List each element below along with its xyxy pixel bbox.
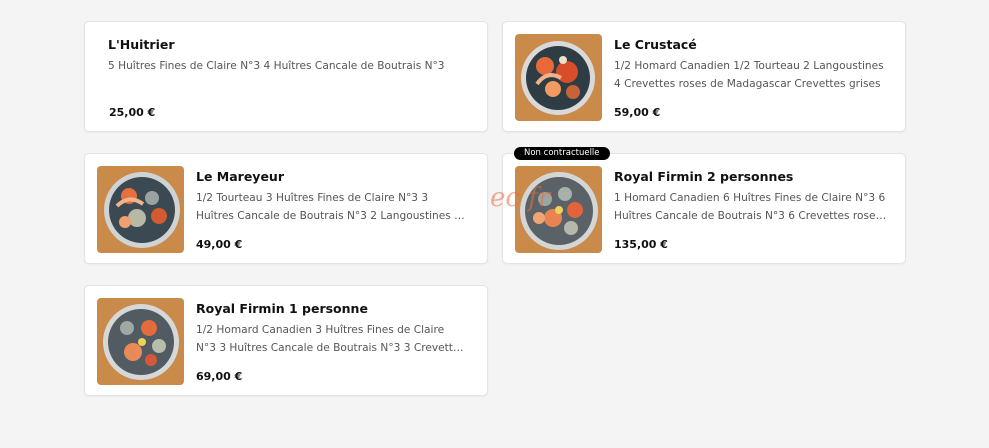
product-card-le-mareyeur[interactable]: Le Mareyeur 1/2 Tourteau 3 Huîtres Fines…	[84, 153, 488, 264]
product-card-royal-firmin-1[interactable]: Royal Firmin 1 personne 1/2 Homard Canad…	[84, 285, 488, 396]
product-title: Royal Firmin 1 personne	[196, 301, 368, 316]
product-title: L'Huitrier	[108, 37, 175, 52]
product-image	[97, 166, 184, 253]
product-image	[515, 166, 602, 253]
product-description: 1/2 Homard Canadien 1/2 Tourteau 2 Lango…	[614, 60, 884, 90]
product-image	[515, 34, 602, 121]
product-price: 25,00 €	[109, 106, 156, 119]
product-description: 1/2 Tourteau 3 Huîtres Fines de Claire N…	[196, 192, 461, 222]
product-card-lhuitrier[interactable]: L'Huitrier 5 Huîtres Fines de Claire N°3…	[84, 21, 488, 132]
product-price: 59,00 €	[614, 106, 661, 119]
product-image	[97, 298, 184, 385]
product-description: 1 Homard Canadien 6 Huîtres Fines de Cla…	[614, 192, 886, 222]
non-contractual-badge: Non contractuelle	[514, 147, 610, 160]
product-price: 69,00 €	[196, 370, 243, 383]
product-price: 135,00 €	[614, 238, 668, 251]
product-price: 49,00 €	[196, 238, 243, 251]
product-card-royal-firmin-2[interactable]: Royal Firmin 2 personnes 1 Homard Canadi…	[502, 153, 906, 264]
product-title: Le Crustacé	[614, 37, 697, 52]
product-card-le-crustace[interactable]: Le Crustacé 1/2 Homard Canadien 1/2 Tour…	[502, 21, 906, 132]
product-description: 5 Huîtres Fines de Claire N°3 4 Huîtres …	[108, 60, 445, 72]
product-description: 1/2 Homard Canadien 3 Huîtres Fines de C…	[196, 324, 465, 354]
product-title: Royal Firmin 2 personnes	[614, 169, 794, 184]
product-title: Le Mareyeur	[196, 169, 285, 184]
